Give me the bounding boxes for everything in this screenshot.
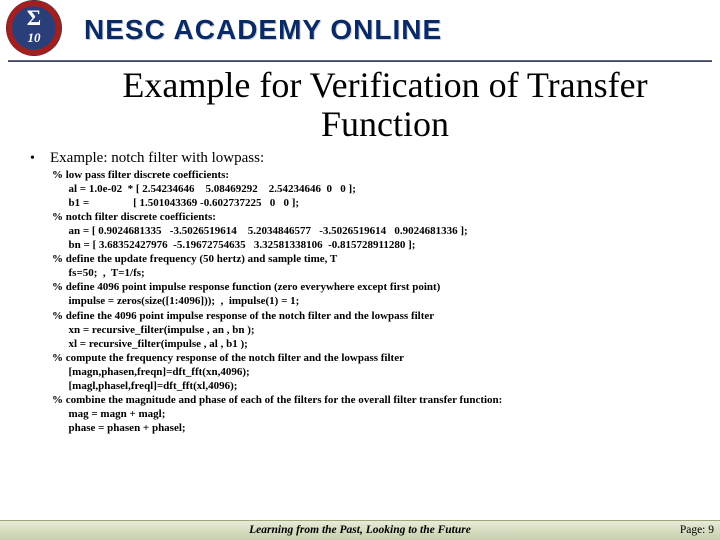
code-line: % define the update frequency (50 hertz)… [52, 252, 706, 266]
code-line: % compute the frequency response of the … [52, 351, 706, 365]
code-line: % notch filter discrete coefficients: [52, 210, 706, 224]
code-line: xn = recursive_filter(impulse , an , bn … [52, 323, 706, 337]
code-line: [magl,phasel,freql]=dft_fft(xl,4096); [52, 379, 706, 393]
header: Σ 10 NESC ACADEMY ONLINE [0, 0, 720, 60]
code-line: phase = phasen + phasel; [52, 421, 706, 435]
footer: Learning from the Past, Looking to the F… [0, 520, 720, 540]
page-number: Page: 9 [680, 520, 714, 540]
logo-ten: 10 [28, 30, 41, 46]
code-line: % define 4096 point impulse response fun… [52, 280, 706, 294]
code-line: % combine the magnitude and phase of eac… [52, 393, 706, 407]
nesc-logo: Σ 10 [6, 0, 66, 60]
code-line: xl = recursive_filter(impulse , al , b1 … [52, 337, 706, 351]
code-line: mag = magn + magl; [52, 407, 706, 421]
code-line: an = [ 0.9024681335 -3.5026519614 5.2034… [52, 224, 706, 238]
header-divider [8, 60, 712, 62]
sigma-icon: Σ [27, 5, 41, 31]
slide-content: • Example: notch filter with lowpass: % … [30, 150, 706, 435]
code-line: b1 = [ 1.501043369 -0.602737225 0 0 ]; [52, 196, 706, 210]
bullet-row: • Example: notch filter with lowpass: [30, 150, 706, 168]
code-line: fs=50; , T=1/fs; [52, 266, 706, 280]
code-line: bn = [ 3.68352427976 -5.19672754635 3.32… [52, 238, 706, 252]
code-line: impulse = zeros(size([1:4096])); , impul… [52, 294, 706, 308]
code-line: % low pass filter discrete coefficients: [52, 168, 706, 182]
code-line: al = 1.0e-02 * [ 2.54234646 5.08469292 2… [52, 182, 706, 196]
footer-tagline: Learning from the Past, Looking to the F… [0, 520, 720, 540]
code-block: % low pass filter discrete coefficients:… [52, 168, 706, 435]
logo-badge: Σ 10 [6, 0, 62, 56]
bullet-icon: • [30, 150, 50, 168]
slide-title: Example for Verification of Transfer Fun… [90, 66, 680, 144]
code-line: % define the 4096 point impulse response… [52, 309, 706, 323]
example-label: Example: notch filter with lowpass: [50, 150, 264, 168]
code-line: [magn,phasen,freqn]=dft_fft(xn,4096); [52, 365, 706, 379]
brand-title: NESC ACADEMY ONLINE [84, 14, 442, 46]
